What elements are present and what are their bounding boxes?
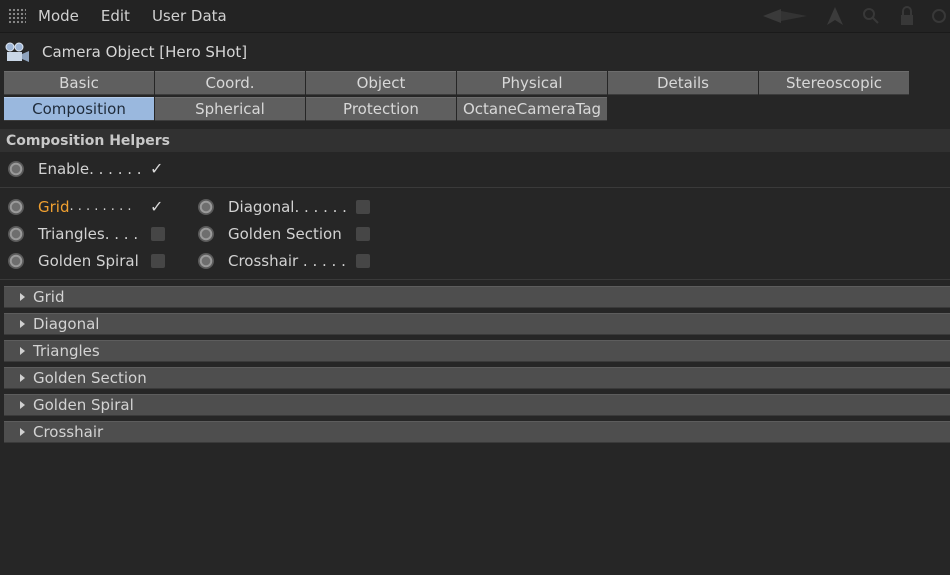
tab-coord[interactable]: Coord.	[155, 71, 305, 95]
param-row-3: Golden Spiral Crosshair . . . . .	[0, 247, 950, 274]
animate-radio-icon[interactable]	[8, 160, 24, 177]
param-row-2: Triangles. . . . Golden Section	[0, 220, 950, 247]
group-crosshair[interactable]: Crosshair	[4, 421, 950, 443]
diagonal-label: Diagonal. . . . . .	[228, 197, 347, 216]
tab-spherical[interactable]: Spherical	[155, 97, 305, 121]
search-icon[interactable]	[860, 5, 882, 27]
expand-arrow-icon	[20, 401, 25, 409]
expand-arrow-icon	[20, 428, 25, 436]
grid-label: Grid	[38, 197, 70, 216]
group-label: Diagonal	[33, 315, 100, 333]
group-label: Golden Spiral	[33, 396, 134, 414]
golden-section-checkbox[interactable]	[356, 226, 370, 241]
lock-icon[interactable]	[896, 5, 918, 27]
animate-radio-icon[interactable]	[8, 252, 24, 269]
tab-octane-camera-tag[interactable]: OctaneCameraTag	[457, 97, 607, 121]
expand-arrow-icon	[20, 347, 25, 355]
group-golden-section[interactable]: Golden Section	[4, 367, 950, 389]
group-grid[interactable]: Grid	[4, 286, 950, 308]
attribute-tabs: Basic Coord. Object Physical Details Ste…	[0, 71, 950, 121]
grip-icon[interactable]	[8, 8, 26, 24]
animate-radio-icon[interactable]	[198, 252, 214, 269]
menu-user-data[interactable]: User Data	[152, 7, 227, 25]
crosshair-checkbox[interactable]	[356, 253, 370, 268]
crosshair-label: Crosshair . . . . .	[228, 251, 346, 270]
group-diagonal[interactable]: Diagonal	[4, 313, 950, 335]
divider	[0, 279, 950, 280]
object-title: Camera Object [Hero SHot]	[42, 43, 248, 61]
group-triangles[interactable]: Triangles	[4, 340, 950, 362]
triangles-checkbox[interactable]	[151, 226, 165, 241]
group-label: Grid	[33, 288, 65, 306]
tab-object[interactable]: Object	[306, 71, 456, 95]
divider	[0, 187, 950, 188]
param-row-1: Grid . . . . . . . . ✓ Diagonal. . . . .…	[0, 193, 950, 220]
tab-physical[interactable]: Physical	[457, 71, 607, 95]
animate-radio-icon[interactable]	[8, 198, 24, 215]
tab-composition[interactable]: Composition	[4, 97, 154, 121]
tab-stereoscopic[interactable]: Stereoscopic	[759, 71, 909, 95]
golden-spiral-label: Golden Spiral	[38, 251, 139, 270]
camera-object-icon	[5, 42, 29, 62]
golden-spiral-checkbox[interactable]	[151, 253, 165, 268]
golden-section-label: Golden Section	[228, 224, 342, 243]
toolbar-icons	[760, 2, 950, 30]
new-window-icon[interactable]	[932, 5, 946, 27]
menu-mode[interactable]: Mode	[38, 7, 79, 25]
grid-dots: . . . . . . . .	[69, 199, 132, 214]
param-enable-row: Enable. . . . . . ✓	[0, 155, 950, 182]
enable-label: Enable. . . . . .	[38, 159, 142, 178]
tab-basic[interactable]: Basic	[4, 71, 154, 95]
tab-details[interactable]: Details	[608, 71, 758, 95]
triangles-label: Triangles. . . .	[38, 224, 139, 243]
menu-edit[interactable]: Edit	[101, 7, 130, 25]
back-arrow-icon[interactable]	[760, 5, 810, 27]
enable-checkbox[interactable]: ✓	[150, 159, 163, 178]
tab-protection[interactable]: Protection	[306, 97, 456, 121]
menu-bar: Mode Edit User Data	[0, 0, 950, 33]
group-label: Golden Section	[33, 369, 147, 387]
group-golden-spiral[interactable]: Golden Spiral	[4, 394, 950, 416]
expand-arrow-icon	[20, 374, 25, 382]
group-label: Crosshair	[33, 423, 104, 441]
section-title: Composition Helpers	[0, 129, 950, 152]
expand-arrow-icon	[20, 293, 25, 301]
animate-radio-icon[interactable]	[198, 198, 214, 215]
expand-arrow-icon	[20, 320, 25, 328]
object-header: Camera Object [Hero SHot]	[0, 33, 950, 71]
group-list: Grid Diagonal Triangles Golden Section G…	[0, 286, 950, 443]
diagonal-checkbox[interactable]	[356, 199, 370, 214]
animate-radio-icon[interactable]	[8, 225, 24, 242]
grid-checkbox[interactable]: ✓	[150, 197, 163, 216]
group-label: Triangles	[33, 342, 100, 360]
animate-radio-icon[interactable]	[198, 225, 214, 242]
up-arrow-icon[interactable]	[824, 5, 846, 27]
